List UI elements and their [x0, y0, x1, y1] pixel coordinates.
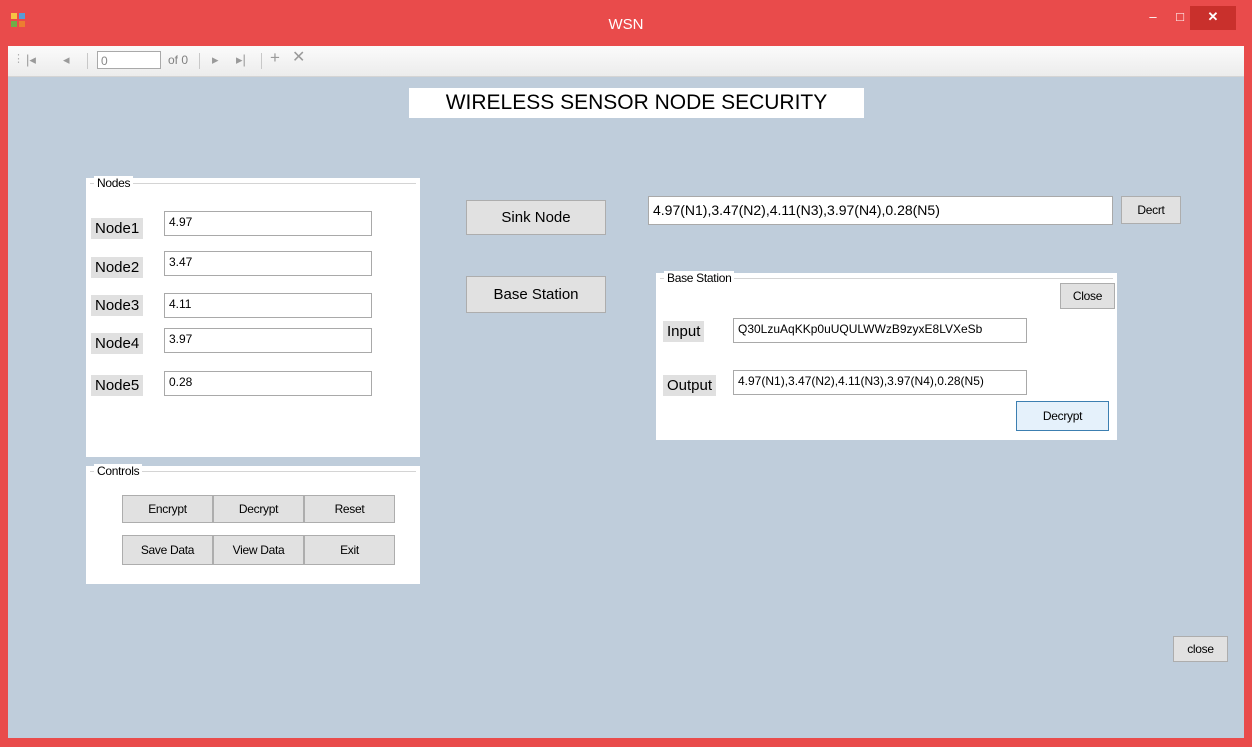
controls-group: Controls Encrypt Decrypt Reset Save Data… [86, 464, 420, 584]
base-station-button[interactable]: Base Station [466, 276, 606, 313]
delete-icon[interactable]: ✕ [292, 49, 305, 67]
base-station-group-title: Base Station [664, 271, 735, 285]
node4-label: Node4 [91, 333, 144, 354]
node2-label: Node2 [91, 257, 144, 278]
base-station-decrypt-button[interactable]: Decrypt [1016, 401, 1109, 431]
nodes-group: Nodes Node1 4.97 Node2 3.47 Node3 4.11 N… [86, 176, 420, 457]
decrypt-button[interactable]: Decrypt [213, 495, 304, 523]
title-bar[interactable]: WSN – □ ✕ [0, 0, 1252, 44]
save-data-button[interactable]: Save Data [122, 535, 213, 565]
node2-input[interactable]: 3.47 [164, 251, 372, 276]
base-station-input-field[interactable]: Q30LzuAqKKp0uUQULWWzB9zyxE8LVXeSb [733, 318, 1027, 343]
base-station-close-button[interactable]: Close [1060, 283, 1115, 309]
nodes-group-title: Nodes [94, 176, 134, 190]
reset-button[interactable]: Reset [304, 495, 395, 523]
close-button[interactable]: close [1173, 636, 1228, 662]
move-previous-icon[interactable]: ◂ [63, 51, 70, 69]
count-label: of 0 [168, 53, 189, 67]
sink-node-button[interactable]: Sink Node [466, 200, 606, 235]
move-last-icon[interactable]: ▸| [236, 51, 246, 69]
node1-label: Node1 [91, 218, 144, 239]
encrypt-button[interactable]: Encrypt [122, 495, 213, 523]
base-station-output-field[interactable]: 4.97(N1),3.47(N2),4.11(N3),3.97(N4),0.28… [733, 370, 1027, 395]
move-next-icon[interactable]: ▸ [212, 51, 219, 69]
separator [199, 53, 200, 69]
separator [261, 53, 262, 69]
app-window: WSN – □ ✕ ⋮ |◂ ◂ 0 of 0 ▸ ▸| + ✕ WIRELES… [0, 0, 1252, 747]
output-label: Output [663, 375, 717, 396]
node3-input[interactable]: 4.11 [164, 293, 372, 318]
position-input[interactable]: 0 [97, 51, 161, 69]
page-title: WIRELESS SENSOR NODE SECURITY [409, 88, 864, 118]
node5-label: Node5 [91, 375, 144, 396]
base-station-group: Base Station Close Input Q30LzuAqKKp0uUQ… [656, 271, 1117, 440]
controls-group-title: Controls [94, 464, 143, 478]
add-new-icon[interactable]: + [270, 49, 280, 67]
node4-input[interactable]: 3.97 [164, 328, 372, 353]
binding-navigator: ⋮ |◂ ◂ 0 of 0 ▸ ▸| + ✕ [8, 46, 1244, 77]
input-label: Input [663, 321, 705, 342]
view-data-button[interactable]: View Data [213, 535, 304, 565]
window-close-button[interactable]: ✕ [1190, 6, 1236, 30]
move-first-icon[interactable]: |◂ [26, 51, 36, 69]
node1-input[interactable]: 4.97 [164, 211, 372, 236]
decrt-button[interactable]: Decrt [1121, 196, 1181, 224]
sink-output-field[interactable]: 4.97(N1),3.47(N2),4.11(N3),3.97(N4),0.28… [648, 196, 1113, 225]
exit-button[interactable]: Exit [304, 535, 395, 565]
window-title: WSN [608, 16, 644, 33]
minimize-button[interactable]: – [1140, 6, 1166, 30]
node5-input[interactable]: 0.28 [164, 371, 372, 396]
client-area: ⋮ |◂ ◂ 0 of 0 ▸ ▸| + ✕ WIRELESS SENSOR N… [8, 46, 1244, 738]
node3-label: Node3 [91, 295, 144, 316]
grip-icon: ⋮ [13, 53, 24, 65]
separator [87, 53, 88, 69]
